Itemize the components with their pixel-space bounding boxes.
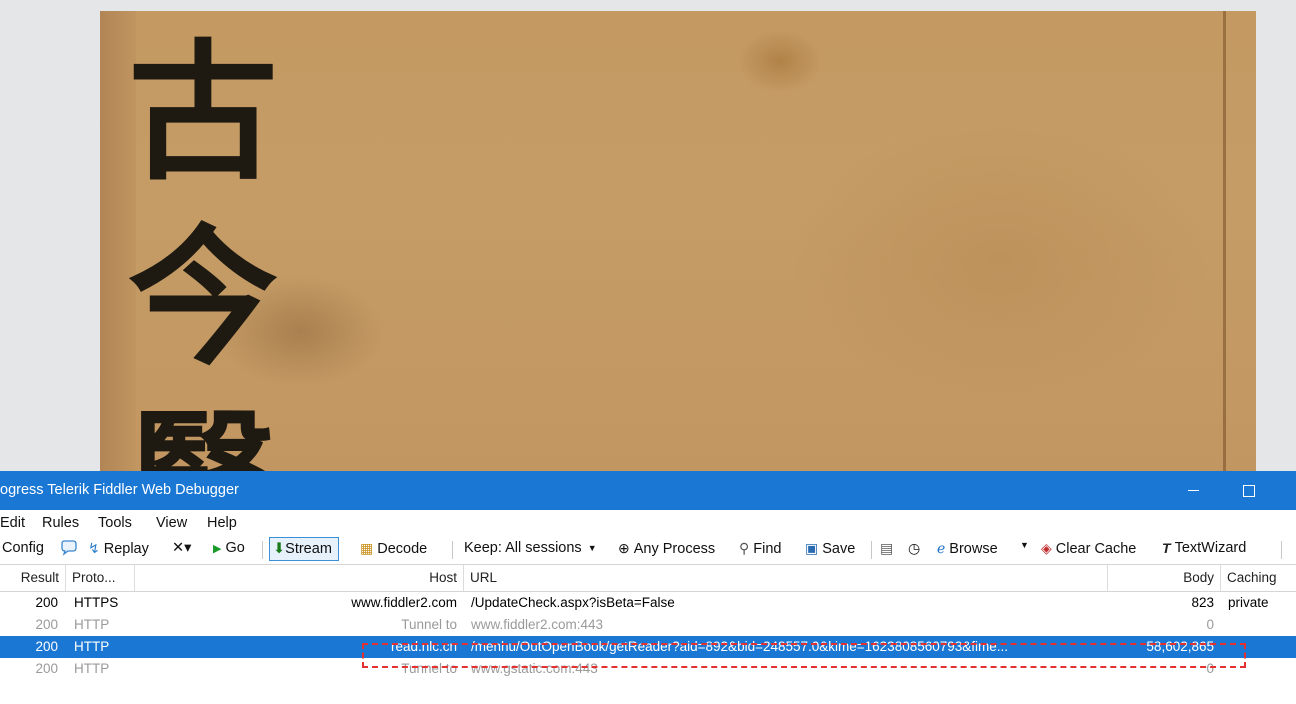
- toolbar-separator: [262, 541, 263, 559]
- column-host[interactable]: Host: [135, 565, 464, 591]
- clear-cache-button[interactable]: ◈ Clear Cache: [1041, 540, 1136, 557]
- column-result[interactable]: Result: [0, 565, 66, 591]
- protocol-cell: HTTP: [74, 639, 110, 654]
- calligraphy-char-2: 今: [128, 210, 279, 386]
- result-cell: 200: [35, 595, 58, 610]
- host-cell: www.fiddler2.com: [351, 595, 457, 610]
- ie-browser-icon: ℯ: [937, 540, 946, 556]
- page-fold-line: [1223, 11, 1226, 491]
- column-protocol[interactable]: Proto...: [66, 565, 135, 591]
- chevron-down-icon: ▼: [1020, 540, 1029, 550]
- body-cell: 0: [1206, 661, 1214, 676]
- chevron-down-icon: ▼: [587, 543, 597, 553]
- url-cell: /UpdateCheck.aspx?isBeta=False: [471, 595, 675, 610]
- session-row[interactable]: 200 HTTP Tunnel to www.gstatic.com:443 0: [0, 658, 1296, 680]
- title-bar[interactable]: ogress Telerik Fiddler Web Debugger: [0, 471, 1296, 510]
- url-cell: www.fiddler2.com:443: [471, 617, 604, 632]
- column-url[interactable]: URL: [464, 565, 1108, 591]
- crosshair-icon: ⊕: [618, 540, 630, 556]
- host-cell: Tunnel to: [401, 661, 457, 676]
- fiddler-window: ogress Telerik Fiddler Web Debugger Edit…: [0, 471, 1296, 704]
- protocol-cell: HTTP: [74, 661, 110, 676]
- any-process-label: Any Process: [633, 540, 716, 557]
- keep-label: Keep: All sessions: [464, 540, 582, 556]
- host-cell: Tunnel to: [401, 617, 457, 632]
- binoculars-icon: ⚲: [739, 540, 750, 556]
- keep-sessions-dropdown[interactable]: Keep: All sessions ▼: [464, 540, 597, 556]
- toolbar-separator: [1281, 541, 1282, 559]
- save-label: Save: [822, 540, 856, 557]
- config-button[interactable]: Config: [2, 540, 44, 556]
- session-row-selected[interactable]: 200 HTTP read.nlc.cn /menhu/OutOpenBook/…: [0, 636, 1296, 658]
- menu-tools[interactable]: Tools: [98, 515, 132, 531]
- browse-button[interactable]: ℯ Browse: [937, 540, 998, 557]
- replay-label: Replay: [103, 540, 149, 557]
- screenshot-button[interactable]: ▤: [880, 540, 897, 557]
- session-row[interactable]: 200 HTTP Tunnel to www.fiddler2.com:443 …: [0, 614, 1296, 636]
- any-process-button[interactable]: ⊕ Any Process: [618, 540, 715, 557]
- decode-toggle[interactable]: ▦ Decode: [360, 540, 427, 557]
- go-label: Go: [225, 540, 245, 556]
- url-cell: /menhu/OutOpenBook/getReader?aid=892&bid…: [471, 639, 1009, 654]
- textwizard-icon: T: [1162, 540, 1171, 556]
- result-cell: 200: [35, 661, 58, 676]
- go-button[interactable]: ▶ Go: [213, 540, 245, 556]
- browse-dropdown[interactable]: ▼: [1020, 540, 1029, 550]
- textwizard-button[interactable]: T TextWizard: [1162, 540, 1246, 556]
- caching-cell: private: [1228, 595, 1269, 610]
- menu-view[interactable]: View: [156, 515, 187, 531]
- menu-rules[interactable]: Rules: [42, 515, 79, 531]
- minimize-button[interactable]: [1184, 479, 1204, 499]
- toolbar: Config ↯ Replay ✕▾ ▶ Go ⬇ Stream ▦ Decod…: [0, 535, 1296, 564]
- book-page-image: 古 今 醫: [100, 11, 1256, 491]
- config-label: Config: [2, 540, 44, 556]
- window-title: ogress Telerik Fiddler Web Debugger: [0, 482, 239, 498]
- decode-label: Decode: [377, 540, 428, 557]
- protocol-cell: HTTPS: [74, 595, 119, 610]
- maximize-button[interactable]: [1243, 485, 1255, 497]
- comment-button[interactable]: [60, 540, 78, 556]
- remove-dropdown-button[interactable]: ✕▾: [172, 540, 191, 556]
- stream-toggle[interactable]: ⬇ Stream: [269, 537, 339, 561]
- save-icon: ▣: [805, 540, 819, 556]
- browse-label: Browse: [949, 540, 998, 557]
- column-caching[interactable]: Caching: [1221, 565, 1296, 591]
- camera-icon: ▤: [880, 540, 894, 556]
- textwizard-label: TextWizard: [1174, 540, 1247, 556]
- column-body[interactable]: Body: [1108, 565, 1221, 591]
- sessions-header: Result Proto... Host URL Body Caching: [0, 564, 1296, 592]
- result-cell: 200: [35, 639, 58, 654]
- calligraphy-char-1: 古: [128, 25, 279, 201]
- menu-help[interactable]: Help: [207, 515, 237, 531]
- calligraphy-title: 古 今 醫: [128, 21, 328, 491]
- result-cell: 200: [35, 617, 58, 632]
- url-cell: www.gstatic.com:443: [471, 661, 598, 676]
- speech-bubble-icon: [61, 540, 77, 556]
- body-cell: 58,602,865: [1146, 639, 1214, 654]
- replay-icon: ↯: [88, 540, 100, 556]
- stopwatch-icon: ◷: [908, 540, 921, 556]
- decode-icon: ▦: [360, 540, 374, 556]
- session-row[interactable]: 200 HTTPS www.fiddler2.com /UpdateCheck.…: [0, 592, 1296, 614]
- replay-button[interactable]: ↯ Replay: [88, 540, 149, 557]
- toolbar-separator: [871, 541, 872, 559]
- protocol-cell: HTTP: [74, 617, 110, 632]
- save-button[interactable]: ▣ Save: [805, 540, 855, 557]
- play-icon: ▶: [213, 542, 222, 555]
- host-cell: read.nlc.cn: [390, 639, 457, 654]
- eraser-icon: ◈: [1041, 540, 1052, 556]
- menu-bar: Edit Rules Tools View Help: [0, 510, 1296, 535]
- body-cell: 0: [1206, 617, 1214, 632]
- find-label: Find: [753, 540, 782, 557]
- clear-cache-label: Clear Cache: [1055, 540, 1137, 557]
- stream-label: Stream: [285, 541, 332, 557]
- body-cell: 823: [1191, 595, 1214, 610]
- remove-x-icon: ✕▾: [172, 540, 192, 556]
- menu-edit[interactable]: Edit: [0, 515, 25, 531]
- stream-arrow-icon: ⬇: [273, 541, 286, 557]
- find-button[interactable]: ⚲ Find: [739, 540, 781, 557]
- toolbar-separator: [452, 541, 453, 559]
- timer-button[interactable]: ◷: [908, 540, 924, 557]
